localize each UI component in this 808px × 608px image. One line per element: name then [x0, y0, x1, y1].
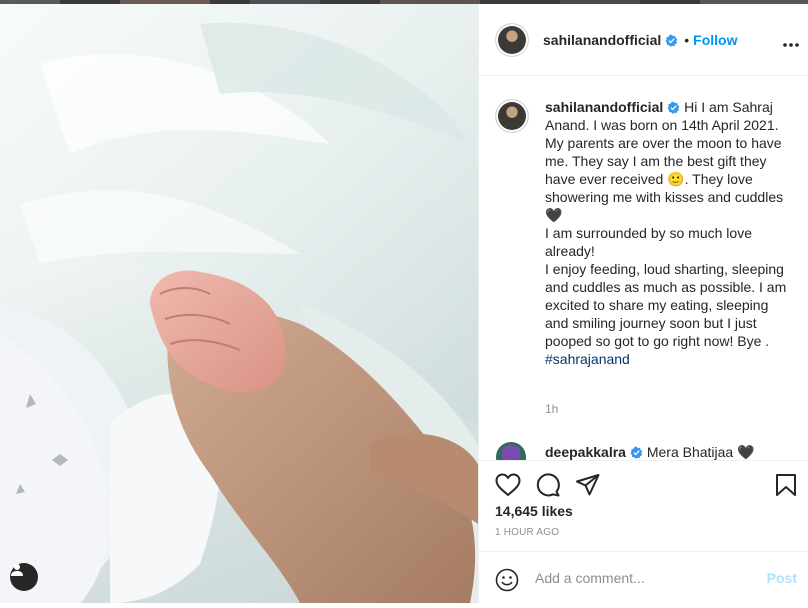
post-comment-button[interactable]: Post — [767, 570, 797, 586]
comment-text: Mera Bhatijaa 🖤 — [646, 444, 755, 460]
commenter-avatar[interactable] — [496, 442, 526, 460]
header-separator: • — [684, 32, 690, 48]
share-icon — [576, 474, 600, 496]
verified-badge-icon — [667, 101, 680, 114]
comment-input[interactable] — [535, 570, 755, 586]
user-tag-icon — [11, 564, 23, 576]
post-timestamp[interactable]: 1 HOUR AGO — [495, 527, 559, 538]
author-avatar[interactable] — [496, 24, 528, 56]
comments-section[interactable]: sahilanandofficial Hi I am Sahraj Anand.… — [479, 76, 808, 460]
share-button[interactable] — [575, 473, 601, 502]
heart-icon — [495, 473, 521, 497]
hashtag-link[interactable]: #sahrajanand — [545, 351, 630, 367]
verified-badge-icon — [665, 34, 678, 47]
likes-count[interactable]: 14,645 likes — [495, 503, 573, 519]
photo-illustration — [0, 4, 478, 603]
add-comment-bar: Post — [479, 551, 808, 607]
commenter-username[interactable]: deepakkalra — [545, 444, 626, 460]
caption-username[interactable]: sahilanandofficial — [545, 99, 663, 115]
caption-author-avatar[interactable] — [496, 100, 528, 132]
post-header: sahilanandofficial • Follow — [479, 4, 808, 76]
comment-icon — [536, 473, 560, 497]
caption-timestamp[interactable]: 1h — [545, 402, 558, 416]
tagged-users-button[interactable] — [10, 563, 38, 591]
emoji-icon — [495, 568, 519, 592]
post-side-panel: sahilanandofficial • Follow sahilanandoffi… — [478, 4, 808, 603]
save-button[interactable] — [775, 473, 797, 502]
comment-item: deepakkalra Mera Bhatijaa 🖤 — [495, 438, 795, 460]
header-username[interactable]: sahilanandofficial — [543, 32, 661, 48]
more-options-button[interactable] — [783, 34, 799, 52]
more-options-icon — [783, 43, 799, 47]
comment-button[interactable] — [535, 473, 561, 502]
header-user-line: sahilanandofficial • Follow — [543, 32, 737, 50]
post-caption: sahilanandofficial Hi I am Sahraj Anand.… — [545, 98, 791, 368]
emoji-button[interactable] — [495, 568, 519, 597]
caption-text: Hi I am Sahraj Anand. I was born on 14th… — [545, 99, 787, 349]
verified-badge-icon — [630, 446, 643, 459]
post-actions: 14,645 likes 1 HOUR AGO Post — [479, 460, 808, 608]
follow-button[interactable]: Follow — [693, 32, 737, 48]
like-button[interactable] — [495, 473, 521, 502]
post-photo[interactable] — [0, 4, 478, 603]
bookmark-icon — [776, 474, 796, 496]
